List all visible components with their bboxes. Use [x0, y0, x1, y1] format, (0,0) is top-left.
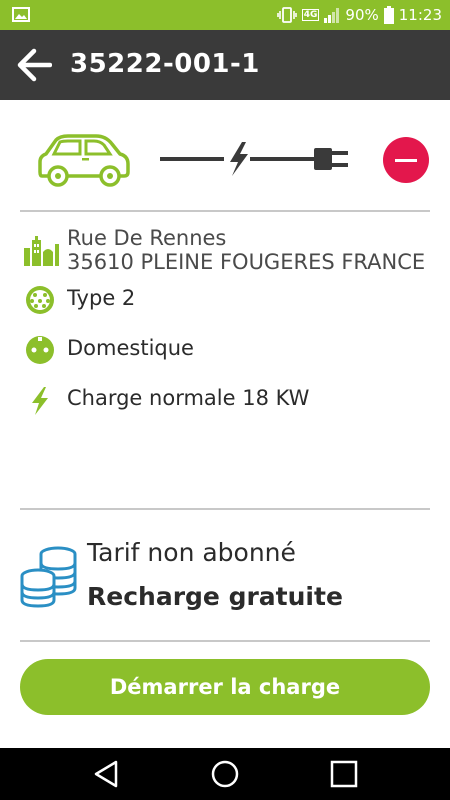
coins-icon — [20, 546, 77, 608]
tarif-value: Recharge gratuite — [87, 582, 343, 611]
type2-connector-icon — [26, 286, 54, 314]
nav-back-icon[interactable] — [90, 758, 122, 790]
status-bar: 4G 90% 11:23 — [0, 0, 450, 30]
lightning-icon — [32, 387, 48, 415]
nav-home-icon[interactable] — [209, 758, 241, 790]
start-charge-button[interactable]: Démarrer la charge — [20, 659, 430, 715]
power-row: Charge normale 18 KW — [20, 386, 440, 416]
divider-middle — [20, 508, 430, 510]
address-line2: 35610 PLEINE FOUGERES FRANCE — [67, 250, 426, 274]
battery-icon — [383, 6, 394, 24]
nav-recents-icon[interactable] — [328, 758, 360, 790]
domestic-socket-icon — [26, 336, 54, 364]
network-type: 4G — [301, 9, 320, 21]
car-icon — [38, 134, 130, 187]
tarif-label: Tarif non abonné — [87, 538, 296, 567]
socket-type: Domestique — [67, 336, 194, 360]
connector-type: Type 2 — [67, 286, 136, 310]
address-row: Rue De Rennes 35610 PLEINE FOUGERES FRAN… — [20, 226, 440, 274]
connector-row: Type 2 — [20, 286, 440, 316]
divider-top — [20, 210, 430, 212]
signal-icon — [324, 8, 340, 23]
address-line1: Rue De Rennes — [67, 226, 227, 250]
charging-cable-icon — [160, 142, 348, 176]
battery-percent: 90% — [345, 6, 379, 24]
app-bar: 35222-001-1 — [0, 30, 450, 100]
socket-row: Domestique — [20, 336, 440, 366]
divider-bottom — [20, 640, 430, 642]
charge-power: Charge normale 18 KW — [67, 386, 310, 410]
city-icon — [24, 236, 59, 266]
clock: 11:23 — [398, 6, 442, 24]
remove-button[interactable] — [383, 137, 429, 183]
status-right: 4G 90% 11:23 — [276, 0, 442, 30]
vibrate-icon — [276, 7, 297, 23]
image-icon — [12, 7, 30, 22]
page-title: 35222-001-1 — [70, 49, 260, 79]
arrow-left-icon[interactable] — [16, 48, 52, 82]
navigation-bar — [0, 748, 450, 800]
